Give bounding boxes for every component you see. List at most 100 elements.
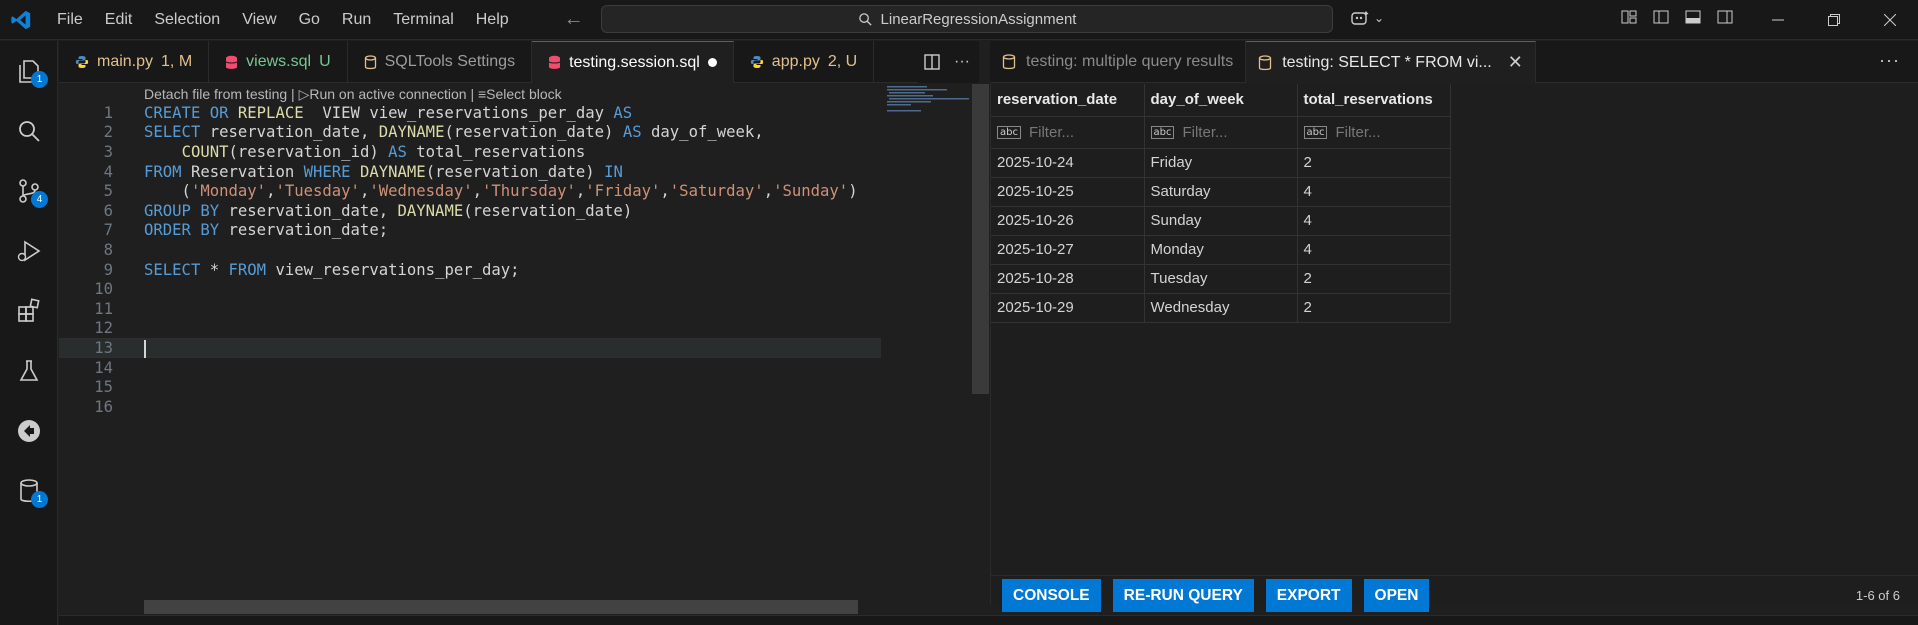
menu-item-terminal[interactable]: Terminal (382, 0, 464, 40)
tab-main-py[interactable]: main.py 1, M (59, 41, 210, 83)
table-cell[interactable]: Sunday (1144, 206, 1298, 236)
table-cell[interactable]: 2 (1297, 148, 1451, 178)
code-line[interactable]: 9 SELECT * FROM view_reservations_per_day… (59, 260, 881, 280)
export-button[interactable]: EXPORT (1265, 579, 1352, 612)
activity-remote[interactable] (0, 401, 58, 461)
tab-label: views.sql (246, 53, 312, 70)
code-line[interactable]: 14 (59, 358, 881, 378)
table-cell[interactable]: 2025-10-26 (991, 206, 1145, 236)
filter-cell[interactable]: abc Filter... (991, 116, 1145, 149)
menu-item-run[interactable]: Run (331, 0, 382, 40)
table-row[interactable]: 2025-10-27 Monday 4 (991, 235, 1451, 265)
menu-item-help[interactable]: Help (465, 0, 520, 40)
menu-item-edit[interactable]: Edit (94, 0, 144, 40)
code-line[interactable]: 7 ORDER BY reservation_date; (59, 221, 881, 241)
toggle-secondary-sidebar-icon[interactable] (1716, 8, 1734, 26)
filter-cell[interactable]: abc Filter... (1144, 116, 1298, 149)
toggle-primary-sidebar-icon[interactable] (1652, 8, 1670, 26)
code-line[interactable]: 5 ('Monday','Tuesday','Wednesday','Thurs… (59, 181, 881, 201)
activity-search[interactable] (0, 101, 58, 161)
filter-cell[interactable]: abc Filter... (1297, 116, 1451, 149)
code-line[interactable]: 4 FROM Reservation WHERE DAYNAME(reservat… (59, 162, 881, 182)
close-window-icon[interactable] (1862, 0, 1918, 40)
code-token: , (359, 182, 370, 201)
table-cell[interactable]: Monday (1144, 235, 1298, 265)
menu-item-go[interactable]: Go (288, 0, 331, 40)
table-row[interactable]: 2025-10-29 Wednesday 2 (991, 293, 1451, 323)
code-line[interactable]: 15 (59, 377, 881, 397)
close-icon[interactable]: ✕ (1508, 52, 1523, 73)
tab-select-results[interactable]: testing: SELECT * FROM vi... ✕ (1246, 41, 1536, 83)
table-cell[interactable]: 4 (1297, 235, 1451, 265)
code-line[interactable]: 16 (59, 397, 881, 417)
minimize-icon[interactable] (1750, 0, 1806, 40)
column-header[interactable]: reservation_date (991, 84, 1145, 117)
customize-layout-icon[interactable] (1620, 8, 1638, 26)
table-row[interactable]: 2025-10-26 Sunday 4 (991, 206, 1451, 236)
pagination-info: 1-6 of 6 (1855, 588, 1900, 603)
code-token: reservation_date, (219, 201, 398, 220)
table-row[interactable]: 2025-10-24 Friday 2 (991, 148, 1451, 178)
code-line[interactable]: 8 (59, 240, 881, 260)
table-cell[interactable]: 2025-10-27 (991, 235, 1145, 265)
activity-testing[interactable] (0, 341, 58, 401)
rerun-query-button[interactable]: RE-RUN QUERY (1112, 579, 1254, 612)
tab-sqltools-settings[interactable]: SQLTools Settings (348, 41, 533, 83)
minimap[interactable] (883, 84, 973, 614)
table-cell[interactable]: 2025-10-25 (991, 177, 1145, 207)
code-editor[interactable]: 1 CREATE OR REPLACE VIEW view_reservation… (59, 104, 881, 604)
horizontal-scrollbar[interactable] (144, 600, 858, 614)
table-row[interactable]: 2025-10-28 Tuesday 2 (991, 264, 1451, 294)
split-editor-icon[interactable] (924, 54, 940, 70)
copilot-button[interactable]: ⌄ (1350, 9, 1384, 27)
menu-item-file[interactable]: File (46, 0, 94, 40)
code-line[interactable]: 6 GROUP BY reservation_date, DAYNAME(rese… (59, 201, 881, 221)
command-center-search[interactable]: LinearRegressionAssignment (601, 5, 1333, 33)
activity-run-debug[interactable] (0, 221, 58, 281)
more-actions-icon[interactable]: ··· (1879, 50, 1900, 71)
table-cell[interactable]: 2 (1297, 293, 1451, 323)
restore-icon[interactable] (1806, 0, 1862, 40)
activity-database[interactable]: 1 (0, 461, 58, 521)
menu-item-selection[interactable]: Selection (143, 0, 231, 40)
activity-source-control[interactable]: 4 (0, 161, 58, 221)
table-cell[interactable]: 2025-10-24 (991, 148, 1145, 178)
tab-app-py[interactable]: app.py 2, U (734, 41, 875, 83)
table-cell[interactable]: Friday (1144, 148, 1298, 178)
table-cell[interactable]: 4 (1297, 177, 1451, 207)
code-line[interactable]: 3 COUNT(reservation_id) AS total_reserva… (59, 142, 881, 162)
back-arrow-icon[interactable]: ← (564, 8, 584, 31)
open-button[interactable]: OPEN (1363, 579, 1430, 612)
table-cell[interactable]: Saturday (1144, 177, 1298, 207)
table-cell[interactable]: 4 (1297, 206, 1451, 236)
code-token: view_reservations_per_day; (266, 260, 520, 279)
table-cell[interactable]: 2025-10-28 (991, 264, 1145, 294)
tab-views-sql[interactable]: views.sql U (209, 41, 348, 83)
menu-item-view[interactable]: View (231, 0, 287, 40)
unsaved-dot-icon[interactable] (707, 58, 717, 67)
tab-testing-session-sql[interactable]: testing.session.sql (532, 41, 734, 83)
column-header[interactable]: day_of_week (1144, 84, 1298, 117)
column-header[interactable]: total_reservations (1297, 84, 1451, 117)
table-cell[interactable]: 2025-10-29 (991, 293, 1145, 323)
table-cell[interactable]: Wednesday (1144, 293, 1298, 323)
console-button[interactable]: CONSOLE (1002, 579, 1101, 612)
code-token: VIEW view_reservations_per_day (303, 103, 614, 122)
activity-extensions[interactable] (0, 281, 58, 341)
python-file-icon (75, 56, 89, 68)
vertical-scrollbar[interactable] (972, 84, 989, 394)
code-line[interactable]: 13 (59, 338, 881, 359)
more-actions-icon[interactable]: ··· (954, 53, 970, 71)
codelens-actions[interactable]: Detach file from testing | ▷Run on activ… (144, 86, 562, 103)
table-cell[interactable]: 2 (1297, 264, 1451, 294)
table-row[interactable]: 2025-10-25 Saturday 4 (991, 177, 1451, 207)
code-line[interactable]: 11 (59, 299, 881, 319)
toggle-panel-icon[interactable] (1684, 8, 1702, 26)
table-cell[interactable]: Tuesday (1144, 264, 1298, 294)
tab-multiple-query-results[interactable]: testing: multiple query results (990, 41, 1247, 83)
code-line[interactable]: 1 CREATE OR REPLACE VIEW view_reservation… (59, 103, 881, 123)
activity-explorer[interactable]: 1 (0, 41, 58, 101)
code-line[interactable]: 12 (59, 319, 881, 339)
code-line[interactable]: 2 SELECT reservation_date, DAYNAME(reserv… (59, 123, 881, 143)
code-line[interactable]: 10 (59, 279, 881, 299)
